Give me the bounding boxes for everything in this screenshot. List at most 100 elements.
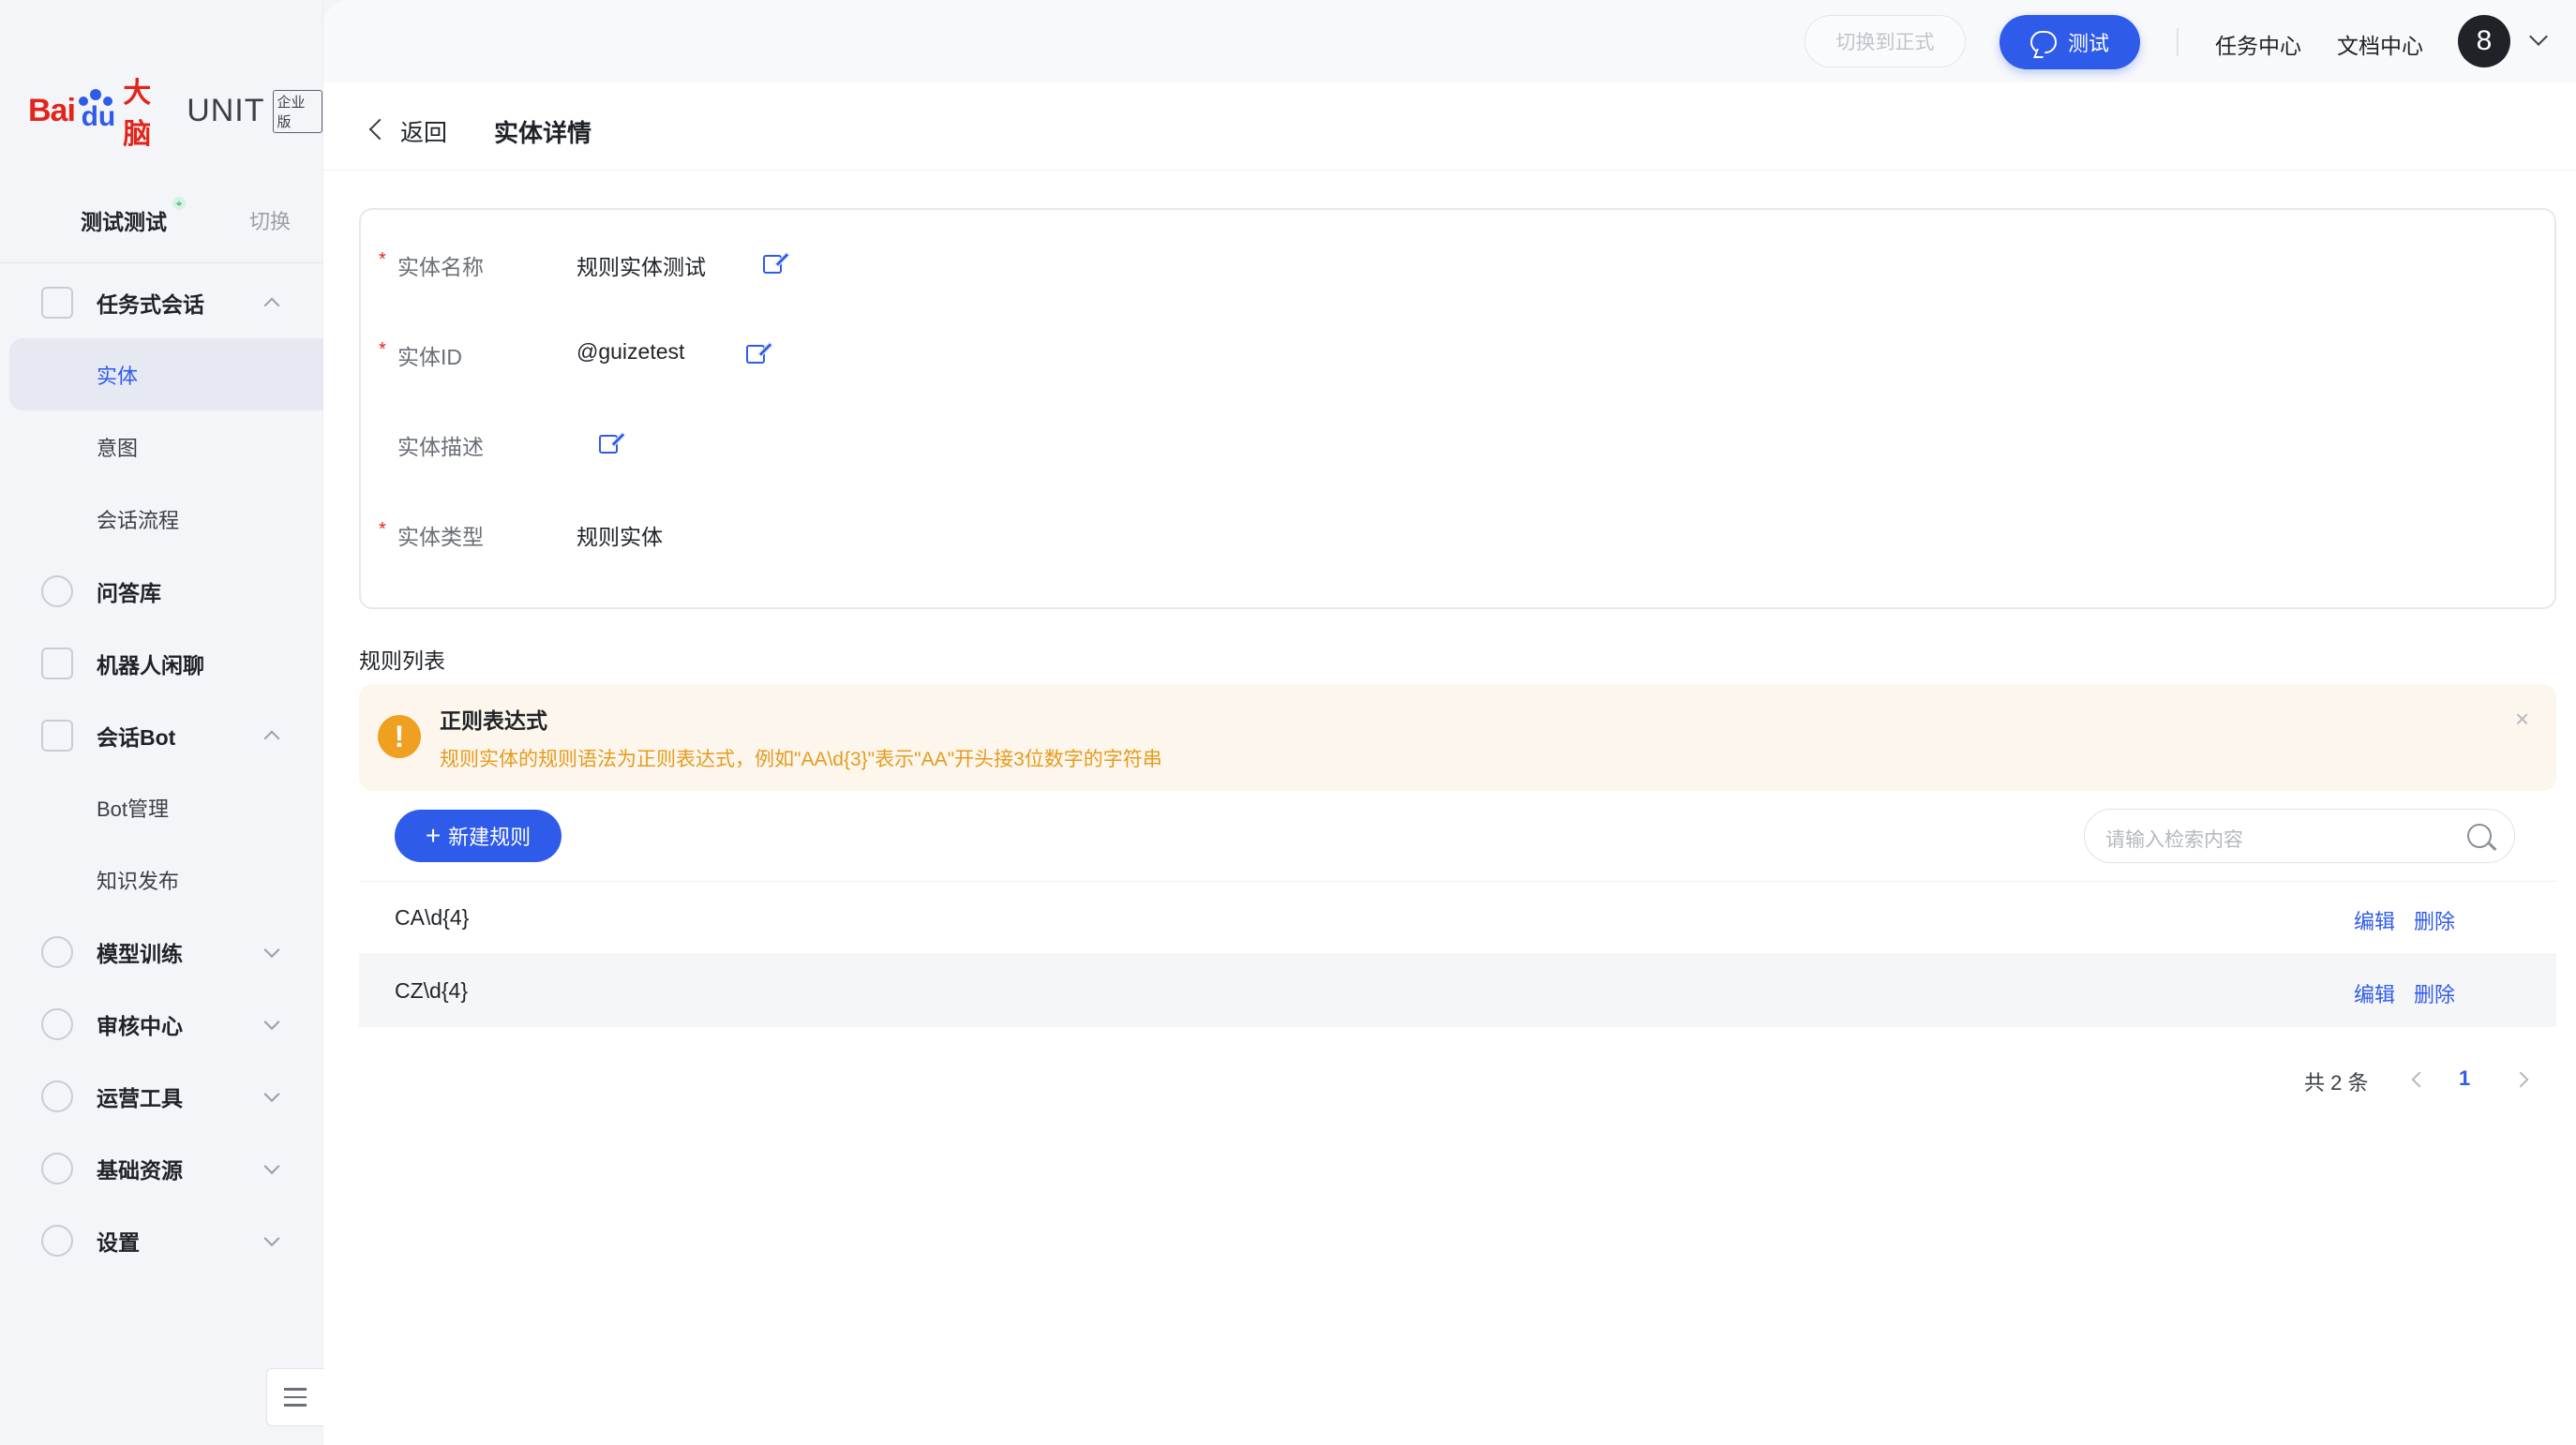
collapse-icon-line [284, 1395, 307, 1399]
sidebar-item-label: 机器人闲聊 [97, 652, 204, 678]
page-title: 实体详情 [494, 119, 592, 147]
field-label: 实体类型 [397, 525, 484, 549]
topbar-divider [2177, 28, 2179, 56]
field-entity-id: * 实体ID @guizetest [361, 334, 2554, 371]
workspace-switch-link[interactable]: 切换 [249, 205, 291, 235]
sidebar-item-label: 会话Bot [97, 724, 176, 750]
new-rule-button[interactable]: + 新建规则 [395, 810, 562, 862]
sidebar-item-qa[interactable]: 问答库 [0, 555, 323, 627]
sidebar-item-audit-center[interactable]: 审核中心 [0, 988, 323, 1060]
plus-icon: + [425, 821, 442, 850]
field-label: 实体ID [397, 345, 462, 369]
task-center-link[interactable]: 任务中心 [2215, 28, 2301, 60]
field-label: 实体名称 [397, 255, 484, 279]
sidebar: Bai du 大脑 UNIT 企业版 测试测试 ⌖ 切换 任务式会话 实体 意图… [0, 0, 324, 1445]
sidebar-item-ops-tools[interactable]: 运营工具 [0, 1060, 323, 1132]
required-mark: * [379, 519, 386, 540]
collapse-icon [284, 1388, 307, 1391]
main-content: 切换到正式 测试 任务中心 文档中心 8 返回 实体详情 * 实体名称 规则实体… [323, 0, 2576, 1445]
sidebar-item-label: 会话流程 [97, 508, 180, 532]
chat-bubble-icon [2029, 31, 2057, 53]
sidebar-item-base-resources[interactable]: 基础资源 [0, 1132, 323, 1204]
back-arrow-icon[interactable] [368, 118, 391, 141]
sidebar-item-label: 实体 [97, 364, 139, 388]
table-row: CA\d{4} 编辑 删除 [359, 881, 2556, 954]
sidebar-item-model-training[interactable]: 模型训练 [0, 916, 323, 988]
sidebar-item-chitchat[interactable]: 机器人闲聊 [0, 627, 323, 699]
paw-icon [77, 89, 113, 132]
entity-info-card: * 实体名称 规则实体测试 * 实体ID @guizetest 实体描述 * 实… [359, 208, 2556, 609]
question-icon [41, 574, 73, 607]
close-icon[interactable]: × [2515, 705, 2529, 734]
search-input[interactable]: 请输入检索内容 [2084, 809, 2515, 863]
test-button[interactable]: 测试 [1999, 15, 2140, 69]
chevron-down-icon[interactable] [2529, 27, 2548, 46]
field-value: 规则实体测试 [577, 255, 706, 279]
edit-link[interactable]: 编辑 [2354, 905, 2395, 935]
chevron-up-icon [263, 297, 280, 313]
shield-icon [41, 1007, 73, 1040]
field-label: 实体描述 [397, 435, 484, 459]
top-bar: 切换到正式 测试 任务中心 文档中心 8 [323, 0, 2576, 82]
switch-to-formal-button[interactable]: 切换到正式 [1805, 15, 1966, 67]
sidebar-item-label: 知识发布 [97, 869, 180, 893]
search-placeholder: 请输入检索内容 [2105, 829, 2243, 851]
alert-title: 正则表达式 [440, 708, 547, 733]
tree-icon [41, 286, 73, 319]
chevron-down-icon [263, 1157, 280, 1174]
chat-icon [41, 647, 73, 679]
chevron-left-icon[interactable] [2411, 1071, 2428, 1088]
sidebar-menu: 任务式会话 实体 意图 会话流程 问答库 机器人闲聊 会话Bot Bot管理 知… [0, 266, 323, 1276]
edit-icon[interactable] [763, 255, 782, 274]
sidebar-item-settings[interactable]: 设置 [0, 1204, 323, 1276]
delete-link[interactable]: 删除 [2414, 978, 2455, 1008]
sidebar-item-intent[interactable]: 意图 [0, 410, 323, 483]
pin-icon: ⌖ [172, 197, 186, 210]
sidebar-item-knowledge-publish[interactable]: 知识发布 [0, 843, 323, 916]
chevron-down-icon [263, 1085, 280, 1102]
sidebar-item-label: Bot管理 [97, 797, 170, 821]
avatar[interactable]: 8 [2458, 15, 2510, 67]
baidu-unit-logo[interactable]: Bai du 大脑 UNIT 企业版 [28, 78, 322, 150]
new-rule-label: 新建规则 [448, 826, 532, 849]
model-icon [41, 935, 73, 968]
sidebar-item-label: 问答库 [97, 580, 161, 605]
logo-danao: 大脑 [123, 78, 152, 150]
sidebar-item-entity[interactable]: 实体 [9, 338, 323, 410]
warning-icon: ! [378, 715, 421, 758]
sidebar-item-label: 模型训练 [97, 941, 183, 966]
search-icon[interactable] [2467, 824, 2492, 848]
sidebar-divider [0, 262, 323, 263]
logo-unit: UNIT [187, 92, 265, 128]
sidebar-item-label: 审核中心 [97, 1013, 183, 1038]
robot-icon [41, 719, 73, 752]
field-entity-name: * 实体名称 规则实体测试 [361, 244, 2554, 281]
field-entity-description: 实体描述 [361, 424, 2554, 461]
table-row: CZ\d{4} 编辑 删除 [359, 954, 2556, 1027]
sidebar-item-label: 意图 [97, 436, 139, 460]
edit-icon[interactable] [599, 435, 618, 454]
sidebar-item-bot-manage[interactable]: Bot管理 [0, 771, 323, 843]
resource-icon [41, 1152, 73, 1184]
edition-badge: 企业版 [272, 90, 322, 133]
sidebar-item-label: 基础资源 [97, 1157, 183, 1183]
chevron-right-icon[interactable] [2512, 1071, 2529, 1088]
edit-link[interactable]: 编辑 [2354, 978, 2395, 1008]
sidebar-item-task-dialog[interactable]: 任务式会话 [0, 266, 323, 338]
sidebar-item-bot[interactable]: 会话Bot [0, 699, 323, 771]
sidebar-item-dialog-flow[interactable]: 会话流程 [0, 483, 323, 555]
required-mark: * [379, 339, 386, 360]
rule-pattern: CA\d{4} [395, 905, 470, 930]
required-mark: * [379, 249, 386, 270]
chevron-down-icon [263, 1013, 280, 1030]
chevron-down-icon [263, 941, 280, 958]
collapse-sidebar-button[interactable] [266, 1368, 324, 1426]
edit-icon[interactable] [746, 345, 765, 364]
doc-center-link[interactable]: 文档中心 [2337, 28, 2423, 60]
delete-link[interactable]: 删除 [2414, 905, 2455, 935]
field-value: @guizetest [577, 339, 685, 364]
page-number-current[interactable]: 1 [2459, 1066, 2470, 1091]
test-button-label: 测试 [2067, 32, 2109, 55]
back-link[interactable]: 返回 [400, 114, 447, 148]
pagination: 共 2 条 1 [323, 1061, 2576, 1098]
